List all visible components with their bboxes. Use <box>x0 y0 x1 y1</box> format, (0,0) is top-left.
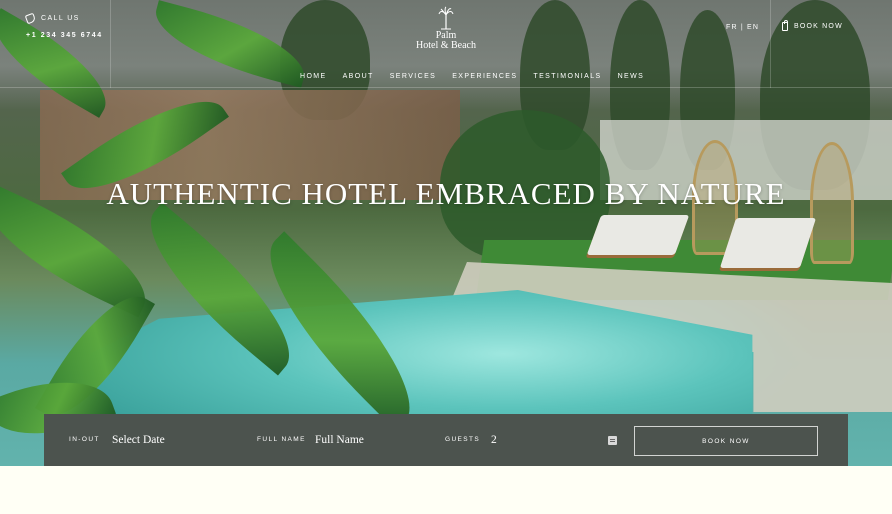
nav-item-services[interactable]: SERVICES <box>390 73 436 80</box>
call-us[interactable]: CALL US +1 234 345 6744 <box>24 12 103 39</box>
guests-label: GUESTS <box>445 436 481 443</box>
phone-number[interactable]: +1 234 345 6744 <box>26 32 103 39</box>
stepper-icon[interactable] <box>608 436 617 445</box>
header-divider <box>0 87 892 88</box>
logo-line2: Hotel & Beach <box>416 40 476 51</box>
header-book-label: BOOK NOW <box>794 23 843 30</box>
page-body <box>0 466 892 514</box>
language-switcher[interactable]: FR | EN <box>726 24 759 31</box>
header-divider <box>110 0 111 88</box>
nav-item-news[interactable]: NEWS <box>618 73 645 80</box>
nav-item-home[interactable]: HOME <box>300 73 327 80</box>
lounge-chair <box>586 215 690 255</box>
header-divider <box>770 0 771 88</box>
inout-label: IN-OUT <box>69 436 100 443</box>
phone-icon <box>24 12 37 25</box>
logo[interactable]: Palm Hotel & Beach <box>412 6 480 51</box>
booking-bar: IN-OUT Select Date FULL NAME Full Name G… <box>44 414 848 466</box>
nav-item-about[interactable]: ABOUT <box>343 73 374 80</box>
full-name-label: FULL NAME <box>257 436 306 443</box>
logo-line1: Palm <box>435 30 457 41</box>
hero-headline: AUTHENTIC HOTEL EMBRACED BY NATURE <box>106 176 786 211</box>
header-book-now[interactable]: BOOK NOW <box>782 20 843 31</box>
palm-tree-icon <box>438 6 454 30</box>
main-nav: HOME ABOUT SERVICES EXPERIENCES TESTIMON… <box>300 73 644 80</box>
bag-icon <box>782 20 788 31</box>
nav-item-experiences[interactable]: EXPERIENCES <box>452 73 517 80</box>
full-name-field[interactable]: Full Name <box>315 434 364 446</box>
guests-field[interactable]: 2 <box>491 434 497 446</box>
lounge-chair <box>719 218 817 268</box>
hero-section: CALL US +1 234 345 6744 Palm Hotel & Bea… <box>0 0 892 466</box>
date-field[interactable]: Select Date <box>112 434 165 446</box>
book-now-button[interactable]: BOOK NOW <box>634 426 818 456</box>
call-label: CALL US <box>41 15 80 22</box>
nav-item-testimonials[interactable]: TESTIMONIALS <box>533 73 601 80</box>
